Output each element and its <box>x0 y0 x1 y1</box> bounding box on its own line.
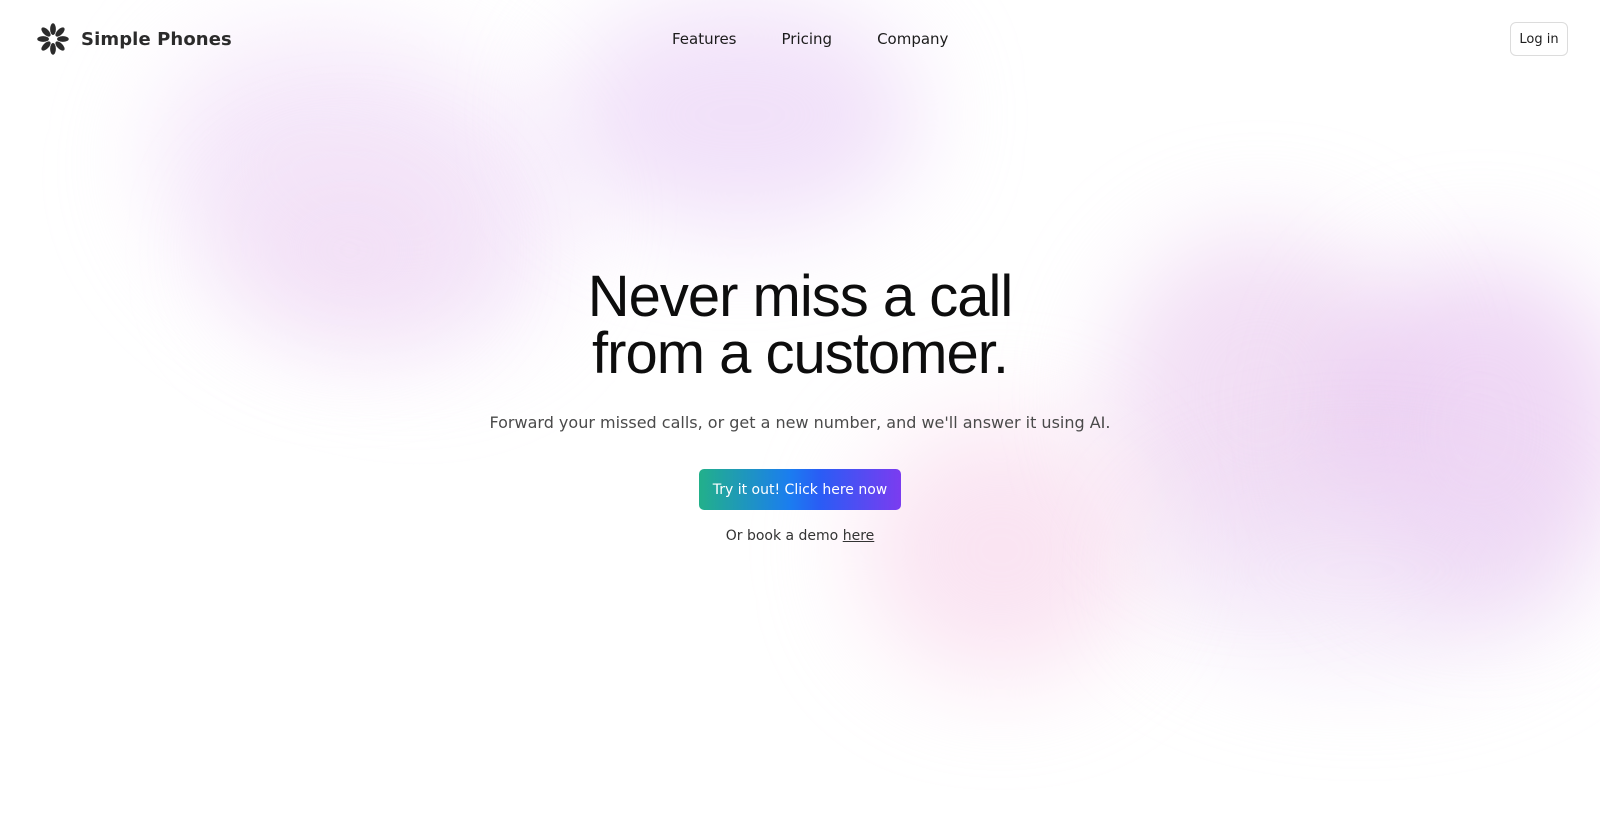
nav-link-company[interactable]: Company <box>877 30 948 48</box>
brand-name: Simple Phones <box>81 28 232 50</box>
nav-link-pricing[interactable]: Pricing <box>782 30 833 48</box>
background-blob <box>1150 470 1570 670</box>
hero-title-line-2: from a customer. <box>592 321 1009 386</box>
site-header: Simple Phones Features Pricing Company L… <box>0 0 1600 80</box>
flower-burst-icon <box>37 23 69 55</box>
hero-subtitle: Forward your missed calls, or get a new … <box>489 413 1111 432</box>
book-demo-line: Or book a demo here <box>0 528 1600 544</box>
book-demo-link[interactable]: here <box>843 528 875 544</box>
background-blob <box>860 420 1140 680</box>
nav-link-features[interactable]: Features <box>672 30 737 48</box>
brand-logo-link[interactable]: Simple Phones <box>35 21 232 57</box>
main-nav: Features Pricing Company <box>672 30 948 48</box>
hero-title: Never miss a call from a customer. <box>0 264 1600 386</box>
login-button[interactable]: Log in <box>1510 22 1568 56</box>
hero-title-line-1: Never miss a call <box>587 264 1014 329</box>
landing-page: Simple Phones Features Pricing Company L… <box>0 0 1600 834</box>
try-it-out-button[interactable]: Try it out! Click here now <box>699 469 901 510</box>
book-demo-text: Or book a demo <box>725 528 839 544</box>
